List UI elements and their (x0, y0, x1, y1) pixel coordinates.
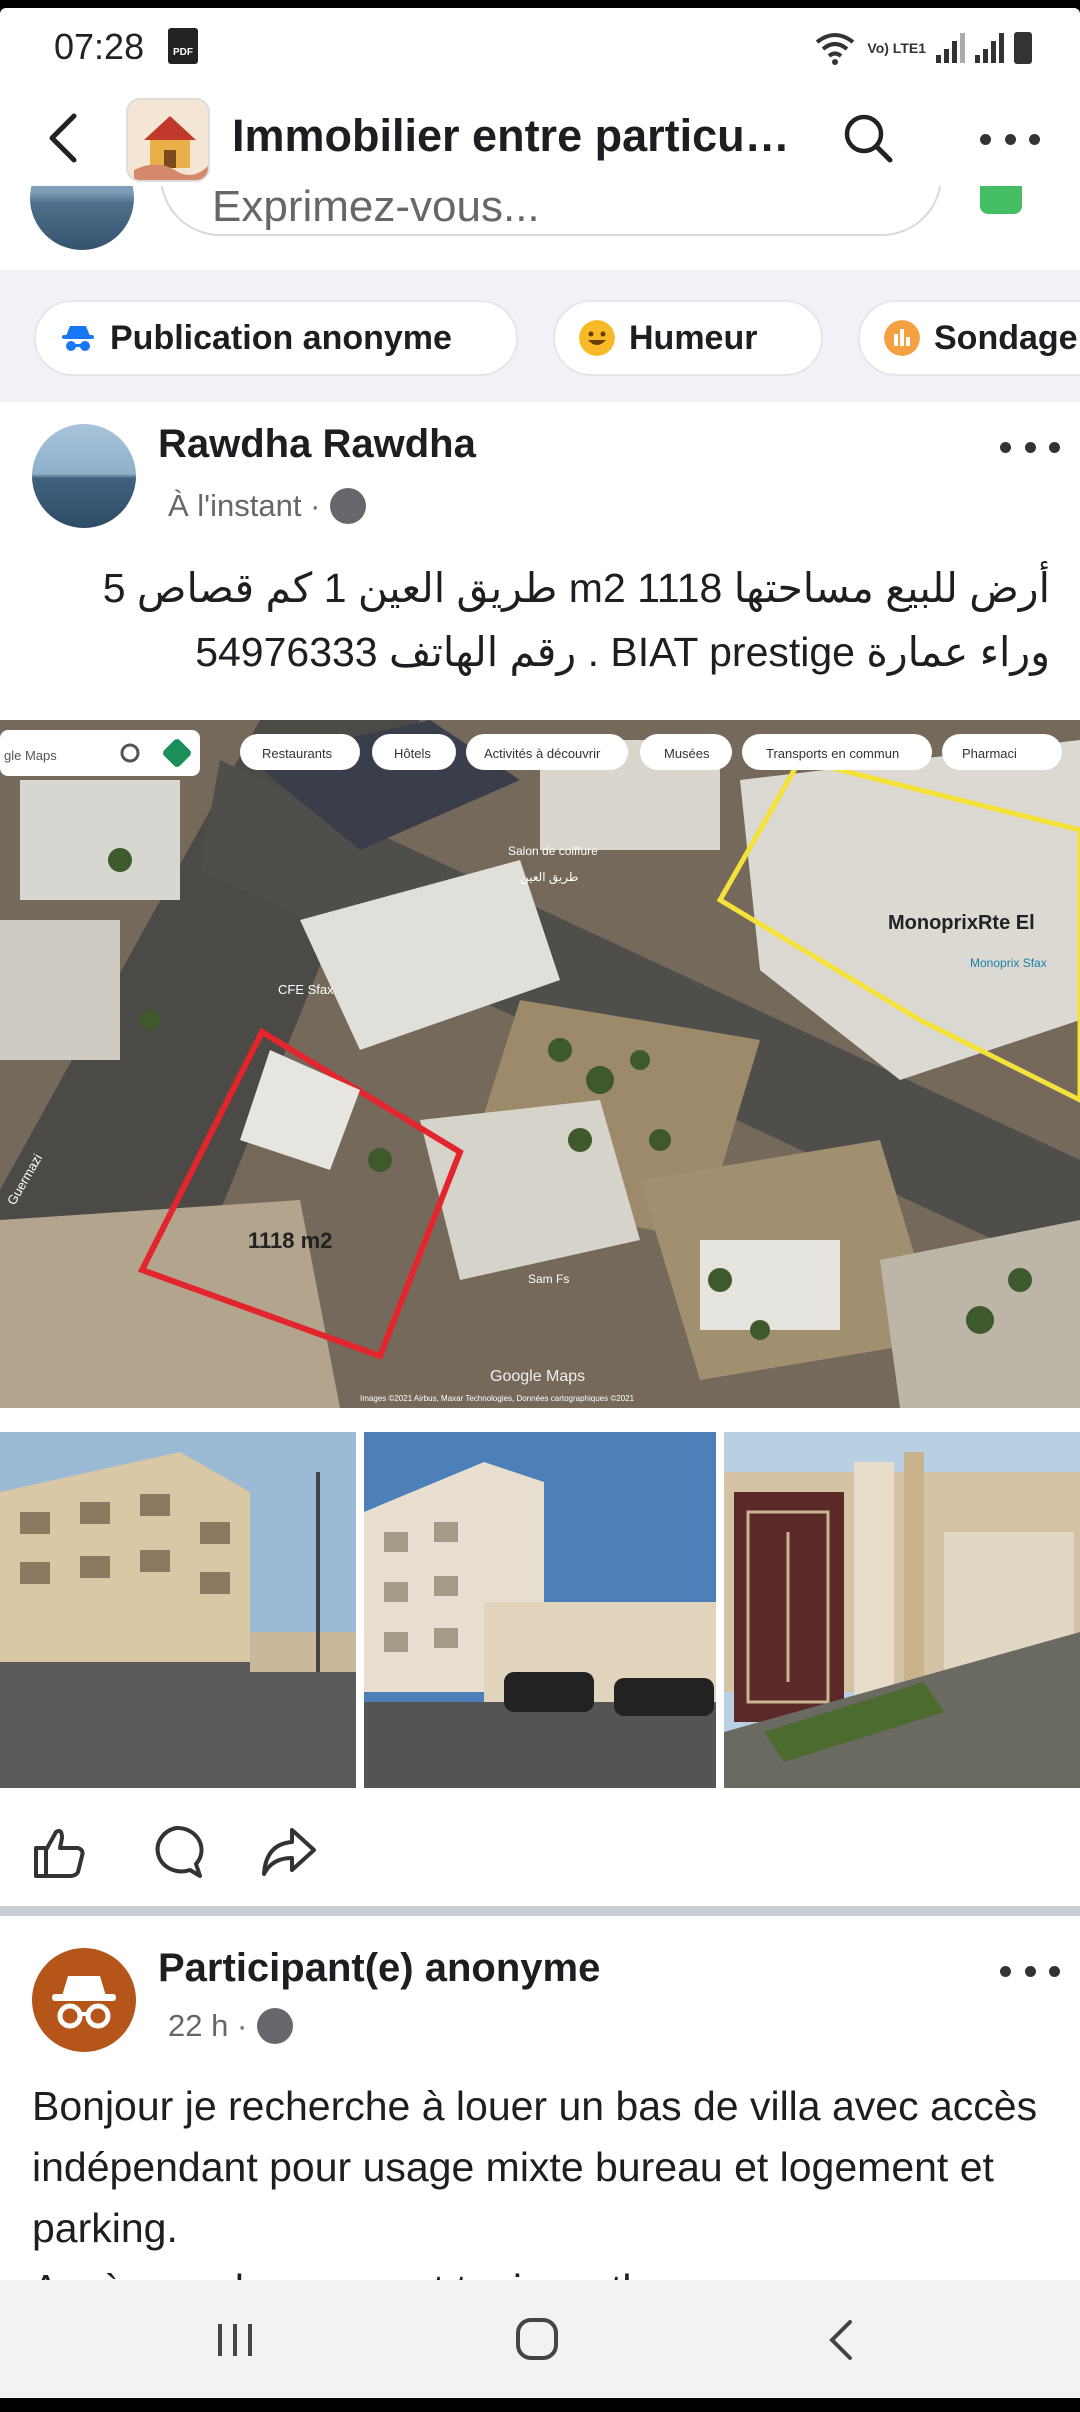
comment-icon[interactable] (146, 1822, 206, 1882)
composer: Exprimez-vous... (0, 186, 1080, 266)
photo-1[interactable] (0, 1432, 356, 1788)
post-text-line: أرض للبيع مساحتها 1118 m2 طريق العين 1 ك… (102, 565, 1050, 611)
app-header: Immobilier entre particu… (0, 80, 1080, 200)
map-credits: Images ©2021 Airbus, Maxar Technologies,… (360, 1394, 635, 1403)
gate-photo (724, 1432, 1080, 1788)
search-icon[interactable] (840, 110, 896, 166)
map-search-text: gle Maps (4, 748, 57, 763)
anonymous-icon (52, 1976, 116, 2029)
post-timestamp[interactable]: À l'instant · (168, 488, 367, 524)
post-time-text: 22 h · (168, 2008, 248, 2043)
post-author[interactable]: Rawdha Rawdha (158, 422, 476, 467)
chip-mood[interactable]: Humeur (553, 300, 823, 376)
post-more-icon[interactable] (1000, 432, 1060, 462)
pdf-icon: PDF (168, 28, 198, 64)
post-text-line: وراء عمارة BIAT prestige . رقم الهاتف 54… (195, 629, 1050, 675)
post-text-body: Bonjour je recherche à louer un bas de v… (32, 2083, 1038, 2251)
plot-area-label: 1118 m2 (248, 1228, 333, 1253)
post-more-icon[interactable] (1000, 1956, 1060, 1986)
poll-icon (884, 320, 920, 356)
post-divider (0, 1906, 1080, 1916)
chip-label: Publication anonyme (110, 318, 452, 357)
map-screenshot-image[interactable]: gle Maps Restaurants Hôtels Activités à … (0, 720, 1080, 1408)
photo-grid (0, 1432, 1080, 1788)
like-icon[interactable] (28, 1822, 88, 1882)
map-filter-transport: Transports en commun (766, 746, 900, 761)
home-icon[interactable] (502, 2310, 572, 2370)
monoprix-small-label: Monoprix Sfax (970, 956, 1047, 970)
building-photo (364, 1432, 716, 1788)
map-filter-activities: Activités à découvrir (484, 746, 601, 761)
road-label: طريق العين (520, 870, 579, 884)
more-icon[interactable] (975, 110, 1045, 166)
chip-poll[interactable]: Sondage (858, 300, 1080, 376)
share-icon[interactable] (258, 1822, 318, 1882)
more-dots (980, 124, 1040, 154)
monoprix-label: MonoprixRte El (888, 912, 1035, 934)
post-author[interactable]: Participant(e) anonyme (158, 1946, 600, 1991)
group-avatar[interactable] (126, 98, 210, 182)
map-filter-museums: Musées (664, 746, 710, 761)
anonymous-icon (62, 326, 94, 351)
user-avatar[interactable] (30, 186, 134, 250)
system-nav-bar (0, 2280, 1080, 2398)
map-filter-pharmacy: Pharmaci (962, 746, 1017, 761)
photo-icon[interactable] (980, 186, 1022, 214)
google-watermark: Google Maps (490, 1368, 586, 1385)
clock: 07:28 (54, 26, 145, 67)
signal-icon-2 (975, 33, 1004, 63)
screen: 07:28 PDF Vo) LTE1 Immobilier entre part… (0, 8, 1080, 2398)
post-text: أرض للبيع مساحتها 1118 m2 طريق العين 1 ك… (30, 556, 1050, 684)
back-arrow-icon[interactable] (40, 108, 90, 168)
house-logo-icon (128, 100, 208, 180)
globe-icon (257, 2008, 294, 2044)
smiley-icon (579, 320, 615, 356)
post-time-text: À l'instant · (168, 488, 321, 523)
photo-3[interactable] (724, 1432, 1080, 1788)
map-filter-hotels: Hôtels (394, 746, 431, 761)
sam-label: Sam Fs (528, 1272, 570, 1286)
post-actions (0, 1808, 1080, 1898)
status-icons: Vo) LTE1 (813, 28, 1032, 68)
map-filter-restaurants: Restaurants (262, 746, 333, 761)
shop-label: CFE Sfax (278, 982, 334, 997)
wifi-icon (816, 33, 855, 65)
network-label: Vo) LTE1 (867, 39, 926, 56)
signal-icon (936, 33, 965, 63)
salon-label: Salon de coiffure (508, 844, 598, 858)
anonymous-avatar[interactable] (32, 1948, 136, 2052)
satellite-map (0, 720, 1080, 1408)
globe-icon (330, 488, 367, 524)
street-photo (0, 1432, 356, 1788)
post-avatar[interactable] (32, 424, 136, 528)
battery-icon (1014, 32, 1032, 64)
group-title[interactable]: Immobilier entre particu… (232, 110, 812, 162)
chip-label: Sondage (934, 318, 1078, 357)
post-timestamp[interactable]: 22 h · (168, 2008, 294, 2044)
photo-2[interactable] (364, 1432, 716, 1788)
chip-anonymous-post[interactable]: Publication anonyme (34, 300, 518, 376)
chip-label: Humeur (629, 318, 758, 357)
recents-icon[interactable] (200, 2310, 270, 2370)
back-icon[interactable] (806, 2310, 876, 2370)
composer-chips: Publication anonyme Humeur Sondage (0, 270, 1080, 402)
composer-input[interactable]: Exprimez-vous... (160, 186, 942, 236)
status-bar: 07:28 PDF Vo) LTE1 (0, 8, 1080, 80)
